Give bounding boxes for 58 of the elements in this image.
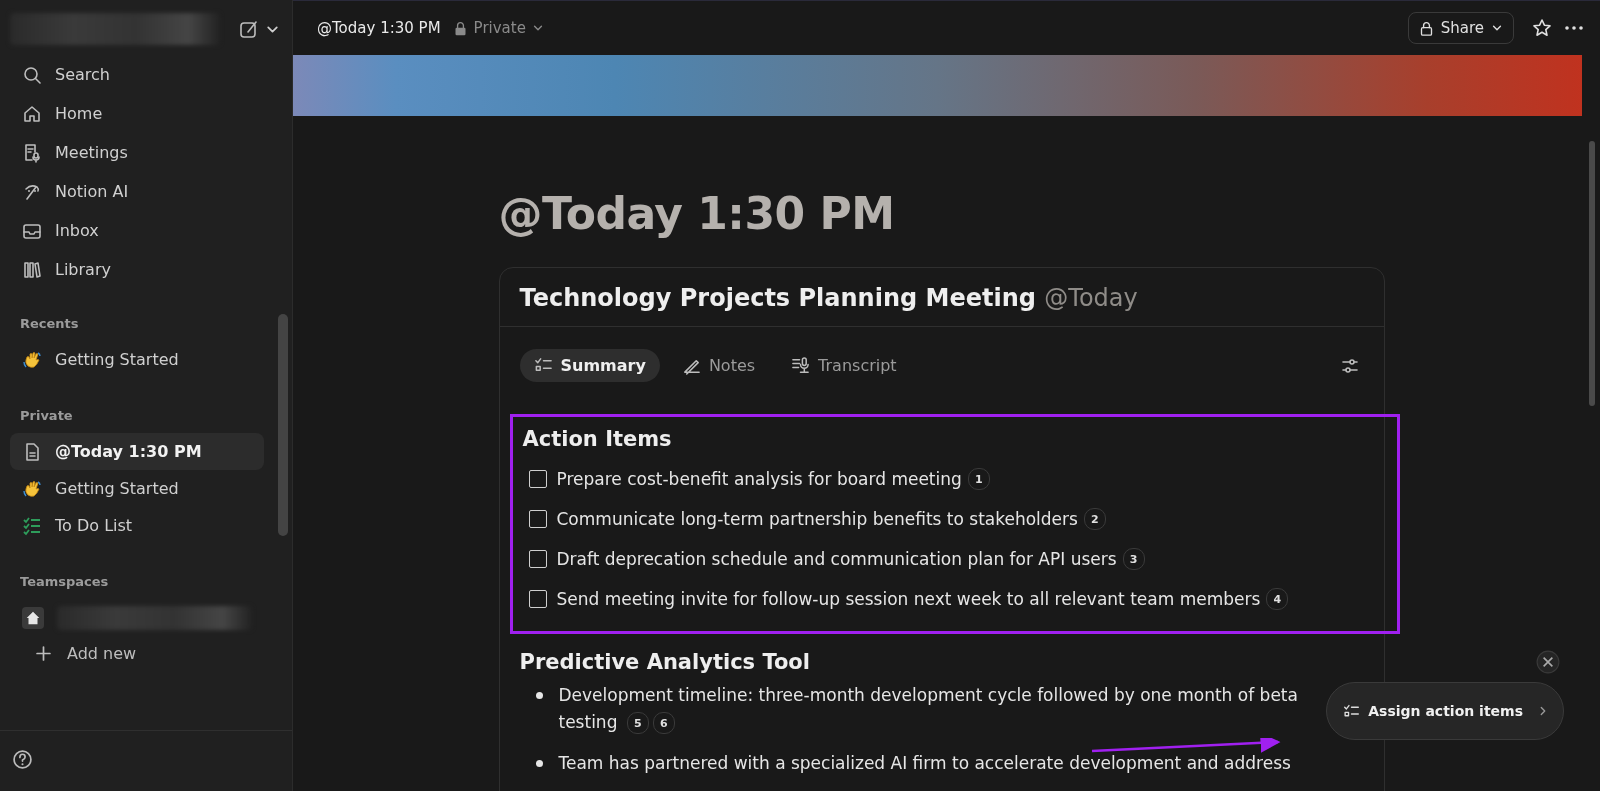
privacy-menu[interactable]: Private bbox=[452, 19, 544, 37]
page-title: @Today 1:30 PM bbox=[498, 188, 896, 239]
sidebar-item[interactable]: To Do List bbox=[10, 507, 264, 544]
section-heading: Teamspaces bbox=[19, 574, 110, 591]
close-icon[interactable] bbox=[1536, 650, 1560, 674]
new-page-icon[interactable] bbox=[239, 19, 259, 39]
document-microphone-icon bbox=[22, 142, 42, 163]
section-heading: Action Items bbox=[522, 427, 673, 451]
tab[interactable]: Summary bbox=[519, 349, 660, 382]
sidebar-item[interactable]: Notion AI bbox=[10, 173, 264, 210]
citation-badge[interactable]: 2 bbox=[1083, 508, 1106, 530]
lines-microphone-icon bbox=[791, 356, 811, 375]
waving-hand-icon bbox=[22, 349, 42, 370]
add-new-button[interactable]: Add new bbox=[10, 636, 264, 663]
bullet-text: Development timeline: three-month development cycle followed by one month of beta testing 5 6 bbox=[558, 684, 1299, 736]
help-icon[interactable] bbox=[12, 748, 33, 770]
home-icon bbox=[22, 103, 42, 124]
bullet-dot bbox=[535, 692, 543, 699]
sidebar-item[interactable]: @Today 1:30 PM bbox=[10, 433, 264, 470]
sidebar-item[interactable]: Search bbox=[10, 56, 264, 93]
sidebar-item[interactable]: Meetings bbox=[10, 134, 264, 171]
star-icon[interactable] bbox=[1532, 18, 1552, 38]
checklist-icon bbox=[22, 515, 42, 536]
todo-text: Prepare cost-benefit analysis for board meeting bbox=[556, 469, 962, 489]
plus-icon bbox=[36, 646, 51, 661]
meeting-title: Technology Projects Planning Meeting @Today bbox=[519, 284, 1139, 312]
sidebar-item[interactable]: Getting Started bbox=[10, 341, 264, 378]
citation-badge[interactable]: 3 bbox=[1122, 548, 1145, 570]
citation-badge[interactable]: 6 bbox=[652, 712, 675, 734]
bullet-dot bbox=[535, 760, 543, 767]
section-heading: Recents bbox=[19, 316, 80, 333]
sidebar-item[interactable]: Library bbox=[10, 251, 264, 288]
tab[interactable]: Notes bbox=[667, 349, 770, 382]
bullet-text: Team has partnered with a specialized AI firm to accelerate development and address bbox=[558, 752, 1291, 775]
breadcrumb[interactable]: @Today 1:30 PM bbox=[317, 19, 441, 37]
citation-badge[interactable]: 1 bbox=[967, 468, 990, 490]
tab[interactable]: Transcript bbox=[777, 349, 911, 382]
todo-text: Draft deprecation schedule and communication plan for API users bbox=[556, 549, 1117, 569]
books-icon bbox=[22, 259, 42, 280]
section-heading: Predictive Analytics Tool bbox=[519, 650, 811, 674]
lock-icon bbox=[1418, 20, 1434, 36]
waving-hand-icon bbox=[22, 478, 42, 499]
checkbox[interactable] bbox=[528, 510, 547, 528]
sidebar-item[interactable]: Getting Started bbox=[10, 470, 264, 507]
checkbox[interactable] bbox=[528, 550, 547, 568]
citation-badge[interactable]: 5 bbox=[626, 712, 649, 734]
checkbox[interactable] bbox=[528, 470, 547, 488]
assign-action-items-button[interactable]: Assign action items bbox=[1326, 682, 1564, 740]
checkbox[interactable] bbox=[528, 590, 547, 608]
todo-text: Send meeting invite for follow-up session next week to all relevant team members bbox=[556, 589, 1261, 609]
sidebar-item[interactable]: Inbox bbox=[10, 212, 264, 249]
house-icon bbox=[22, 606, 44, 629]
search-icon bbox=[22, 64, 42, 85]
todo-text: Communicate long-term partnership benefits to stakeholders bbox=[556, 509, 1078, 529]
section-heading: Private bbox=[19, 408, 74, 425]
sidebar-item[interactable]: Home bbox=[10, 95, 264, 132]
share-button[interactable]: Share bbox=[1407, 12, 1514, 44]
citation-badge[interactable]: 4 bbox=[1266, 588, 1289, 610]
